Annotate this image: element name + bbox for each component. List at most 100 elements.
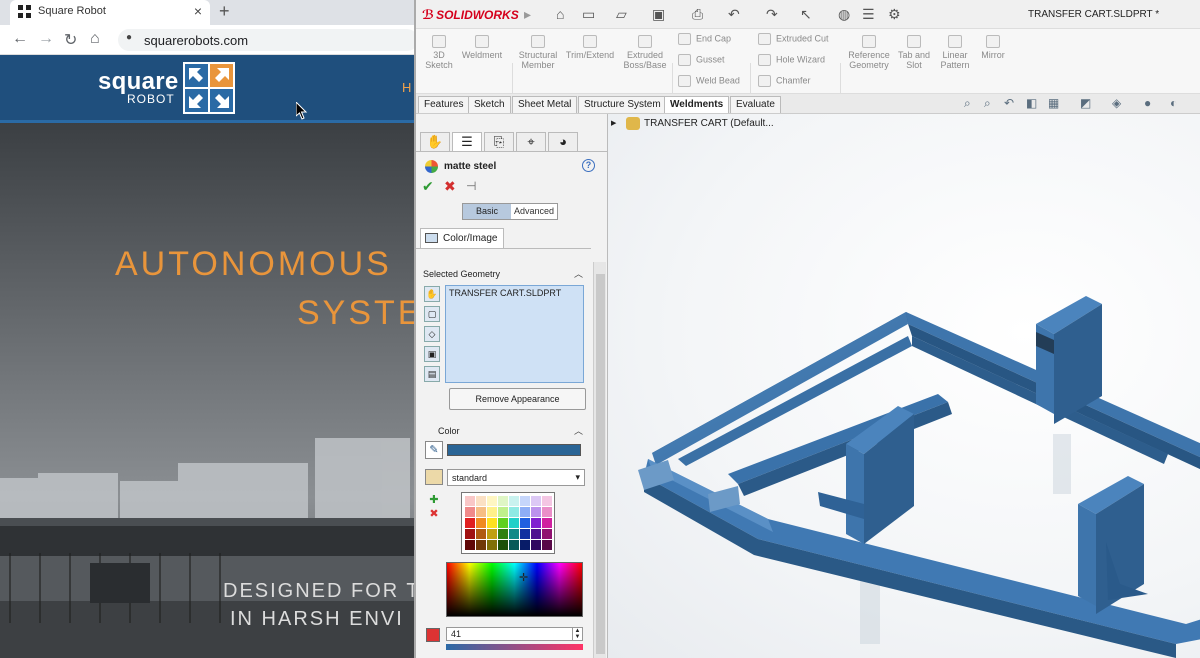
color-swatch[interactable] [520, 540, 530, 550]
hole-wizard-command[interactable]: Hole Wizard [758, 54, 825, 66]
color-swatch[interactable] [498, 518, 508, 528]
chamfer-command[interactable]: Chamfer [758, 75, 811, 87]
weld-bead-command[interactable]: Weld Bead [678, 75, 740, 87]
square-robot-logo-icon[interactable] [183, 62, 235, 114]
tab-sketch[interactable]: Sketch [468, 96, 511, 113]
address-bar[interactable]: ● squarerobots.com [118, 29, 414, 51]
undo-icon[interactable]: ↶ [728, 6, 740, 23]
tab-structure-system[interactable]: Structure System [578, 96, 667, 113]
color-swatch[interactable] [498, 529, 508, 539]
basic-button[interactable]: Basic [463, 204, 511, 219]
select-pointer-icon[interactable]: ↖ [800, 6, 812, 23]
display-style-icon[interactable]: ◩ [1080, 96, 1091, 110]
browser-tab[interactable]: Square Robot × [10, 0, 210, 25]
remove-appearance-button[interactable]: Remove Appearance [449, 388, 586, 410]
view-orientation-icon[interactable]: ▦ [1048, 96, 1059, 110]
select-surface-filter-icon[interactable]: ▤ [424, 366, 440, 382]
spinner-arrows-icon[interactable]: ▲ ▼ [572, 628, 582, 640]
color-swatch[interactable] [487, 507, 497, 517]
color-swatch[interactable] [509, 507, 519, 517]
palette-select[interactable]: standard ▾ [447, 469, 585, 486]
select-body-filter-icon[interactable]: ▢ [424, 306, 440, 322]
weldment-command[interactable]: Weldment [460, 35, 504, 60]
gusset-command[interactable]: Gusset [678, 54, 725, 66]
zoom-to-fit-icon[interactable]: ⌕ [964, 96, 971, 111]
tab-weldments[interactable]: Weldments [664, 96, 730, 113]
home-icon[interactable]: ⌂ [556, 6, 564, 22]
section-view-icon[interactable]: ◧ [1026, 96, 1037, 110]
site-nav-home-link[interactable]: H [402, 80, 411, 95]
color-swatch[interactable] [509, 496, 519, 506]
color-swatch[interactable] [465, 529, 475, 539]
color-swatch[interactable] [487, 529, 497, 539]
mirror-command[interactable]: Mirror [976, 35, 1010, 60]
collapse-chevron-icon[interactable]: ︿ [574, 267, 583, 280]
apply-scene-icon[interactable]: ◐ [1170, 96, 1177, 110]
3d-sketch-command[interactable]: 3D Sketch [424, 35, 454, 70]
color-swatch[interactable] [520, 496, 530, 506]
color-swatch[interactable] [498, 507, 508, 517]
eyedropper-icon[interactable]: ✎ [425, 441, 443, 459]
logo-subword[interactable]: ROBOT [127, 92, 175, 106]
redo-icon[interactable]: ↷ [766, 6, 778, 23]
select-face-filter-icon[interactable]: ▣ [424, 346, 440, 362]
tab-evaluate[interactable]: Evaluate [730, 96, 781, 113]
cancel-x-icon[interactable]: ✖ [444, 178, 456, 195]
back-arrow-icon[interactable]: ← [12, 30, 28, 48]
collapse-chevron-icon[interactable]: ︿ [574, 424, 583, 437]
graphics-area[interactable]: ▶ TRANSFER CART (Default... [608, 114, 1200, 658]
color-swatch[interactable] [520, 507, 530, 517]
color-swatch[interactable] [465, 507, 475, 517]
color-swatch[interactable] [531, 496, 541, 506]
color-swatch[interactable] [520, 518, 530, 528]
forward-arrow-icon[interactable]: → [38, 30, 54, 48]
add-remove-swatch-icons[interactable]: ✚ ✖ [425, 493, 443, 525]
save-icon[interactable]: ▣ [652, 6, 665, 23]
color-swatch[interactable] [498, 540, 508, 550]
featuremanager-tab-icon[interactable]: ✋ [420, 132, 450, 152]
new-tab-button[interactable]: + [219, 1, 230, 22]
color-swatch[interactable] [542, 496, 552, 506]
rebuild-icon[interactable]: ◍ [838, 6, 850, 23]
scrollbar-thumb[interactable] [596, 274, 605, 654]
red-value-input[interactable]: 41 ▲ ▼ [446, 627, 583, 641]
previous-view-icon[interactable]: ↶ [1004, 96, 1014, 110]
color-swatch[interactable] [465, 518, 475, 528]
options-gear-icon[interactable]: ⚙ [888, 6, 901, 23]
help-icon[interactable]: ? [582, 159, 595, 172]
color-swatch[interactable] [465, 496, 475, 506]
color-swatch[interactable] [542, 507, 552, 517]
color-swatch[interactable] [520, 529, 530, 539]
tab-close-icon[interactable]: × [194, 3, 202, 19]
color-swatch-grid[interactable] [461, 492, 555, 554]
select-feature-filter-icon[interactable]: ◇ [424, 326, 440, 342]
solidworks-logo[interactable]: ℬ SOLIDWORKS [422, 7, 519, 23]
color-swatch[interactable] [487, 518, 497, 528]
hide-show-items-icon[interactable]: ◈ [1112, 96, 1121, 110]
dimxpert-tab-icon[interactable]: ⌖ [516, 132, 546, 152]
menu-arrow-icon[interactable]: ▸ [524, 6, 531, 23]
panel-scrollbar[interactable] [593, 262, 606, 658]
remove-swatch-icon[interactable]: ✖ [429, 508, 438, 520]
configurationmanager-tab-icon[interactable]: ⎘ [484, 132, 514, 152]
reload-icon[interactable]: ↻ [64, 30, 77, 50]
color-swatch[interactable] [531, 507, 541, 517]
select-part-filter-icon[interactable]: ✋ [424, 286, 440, 302]
color-swatch[interactable] [498, 496, 508, 506]
home-icon[interactable]: ⌂ [90, 30, 100, 48]
color-swatch[interactable] [487, 496, 497, 506]
color-swatch[interactable] [509, 529, 519, 539]
color-swatch[interactable] [476, 496, 486, 506]
new-document-icon[interactable]: ▭ [582, 6, 595, 23]
pushpin-icon[interactable]: ⊣ [466, 179, 476, 193]
color-swatch[interactable] [487, 540, 497, 550]
color-swatch[interactable] [476, 507, 486, 517]
color-swatch[interactable] [531, 529, 541, 539]
print-icon[interactable]: ⎙ [692, 6, 703, 23]
tab-and-slot-command[interactable]: Tab and Slot [896, 35, 932, 70]
color-swatch[interactable] [509, 540, 519, 550]
end-cap-command[interactable]: End Cap [678, 33, 731, 45]
structural-member-command[interactable]: Structural Member [516, 35, 560, 70]
reference-geometry-command[interactable]: Reference Geometry [844, 35, 894, 70]
zoom-to-area-icon[interactable]: ⌕ [984, 96, 991, 111]
